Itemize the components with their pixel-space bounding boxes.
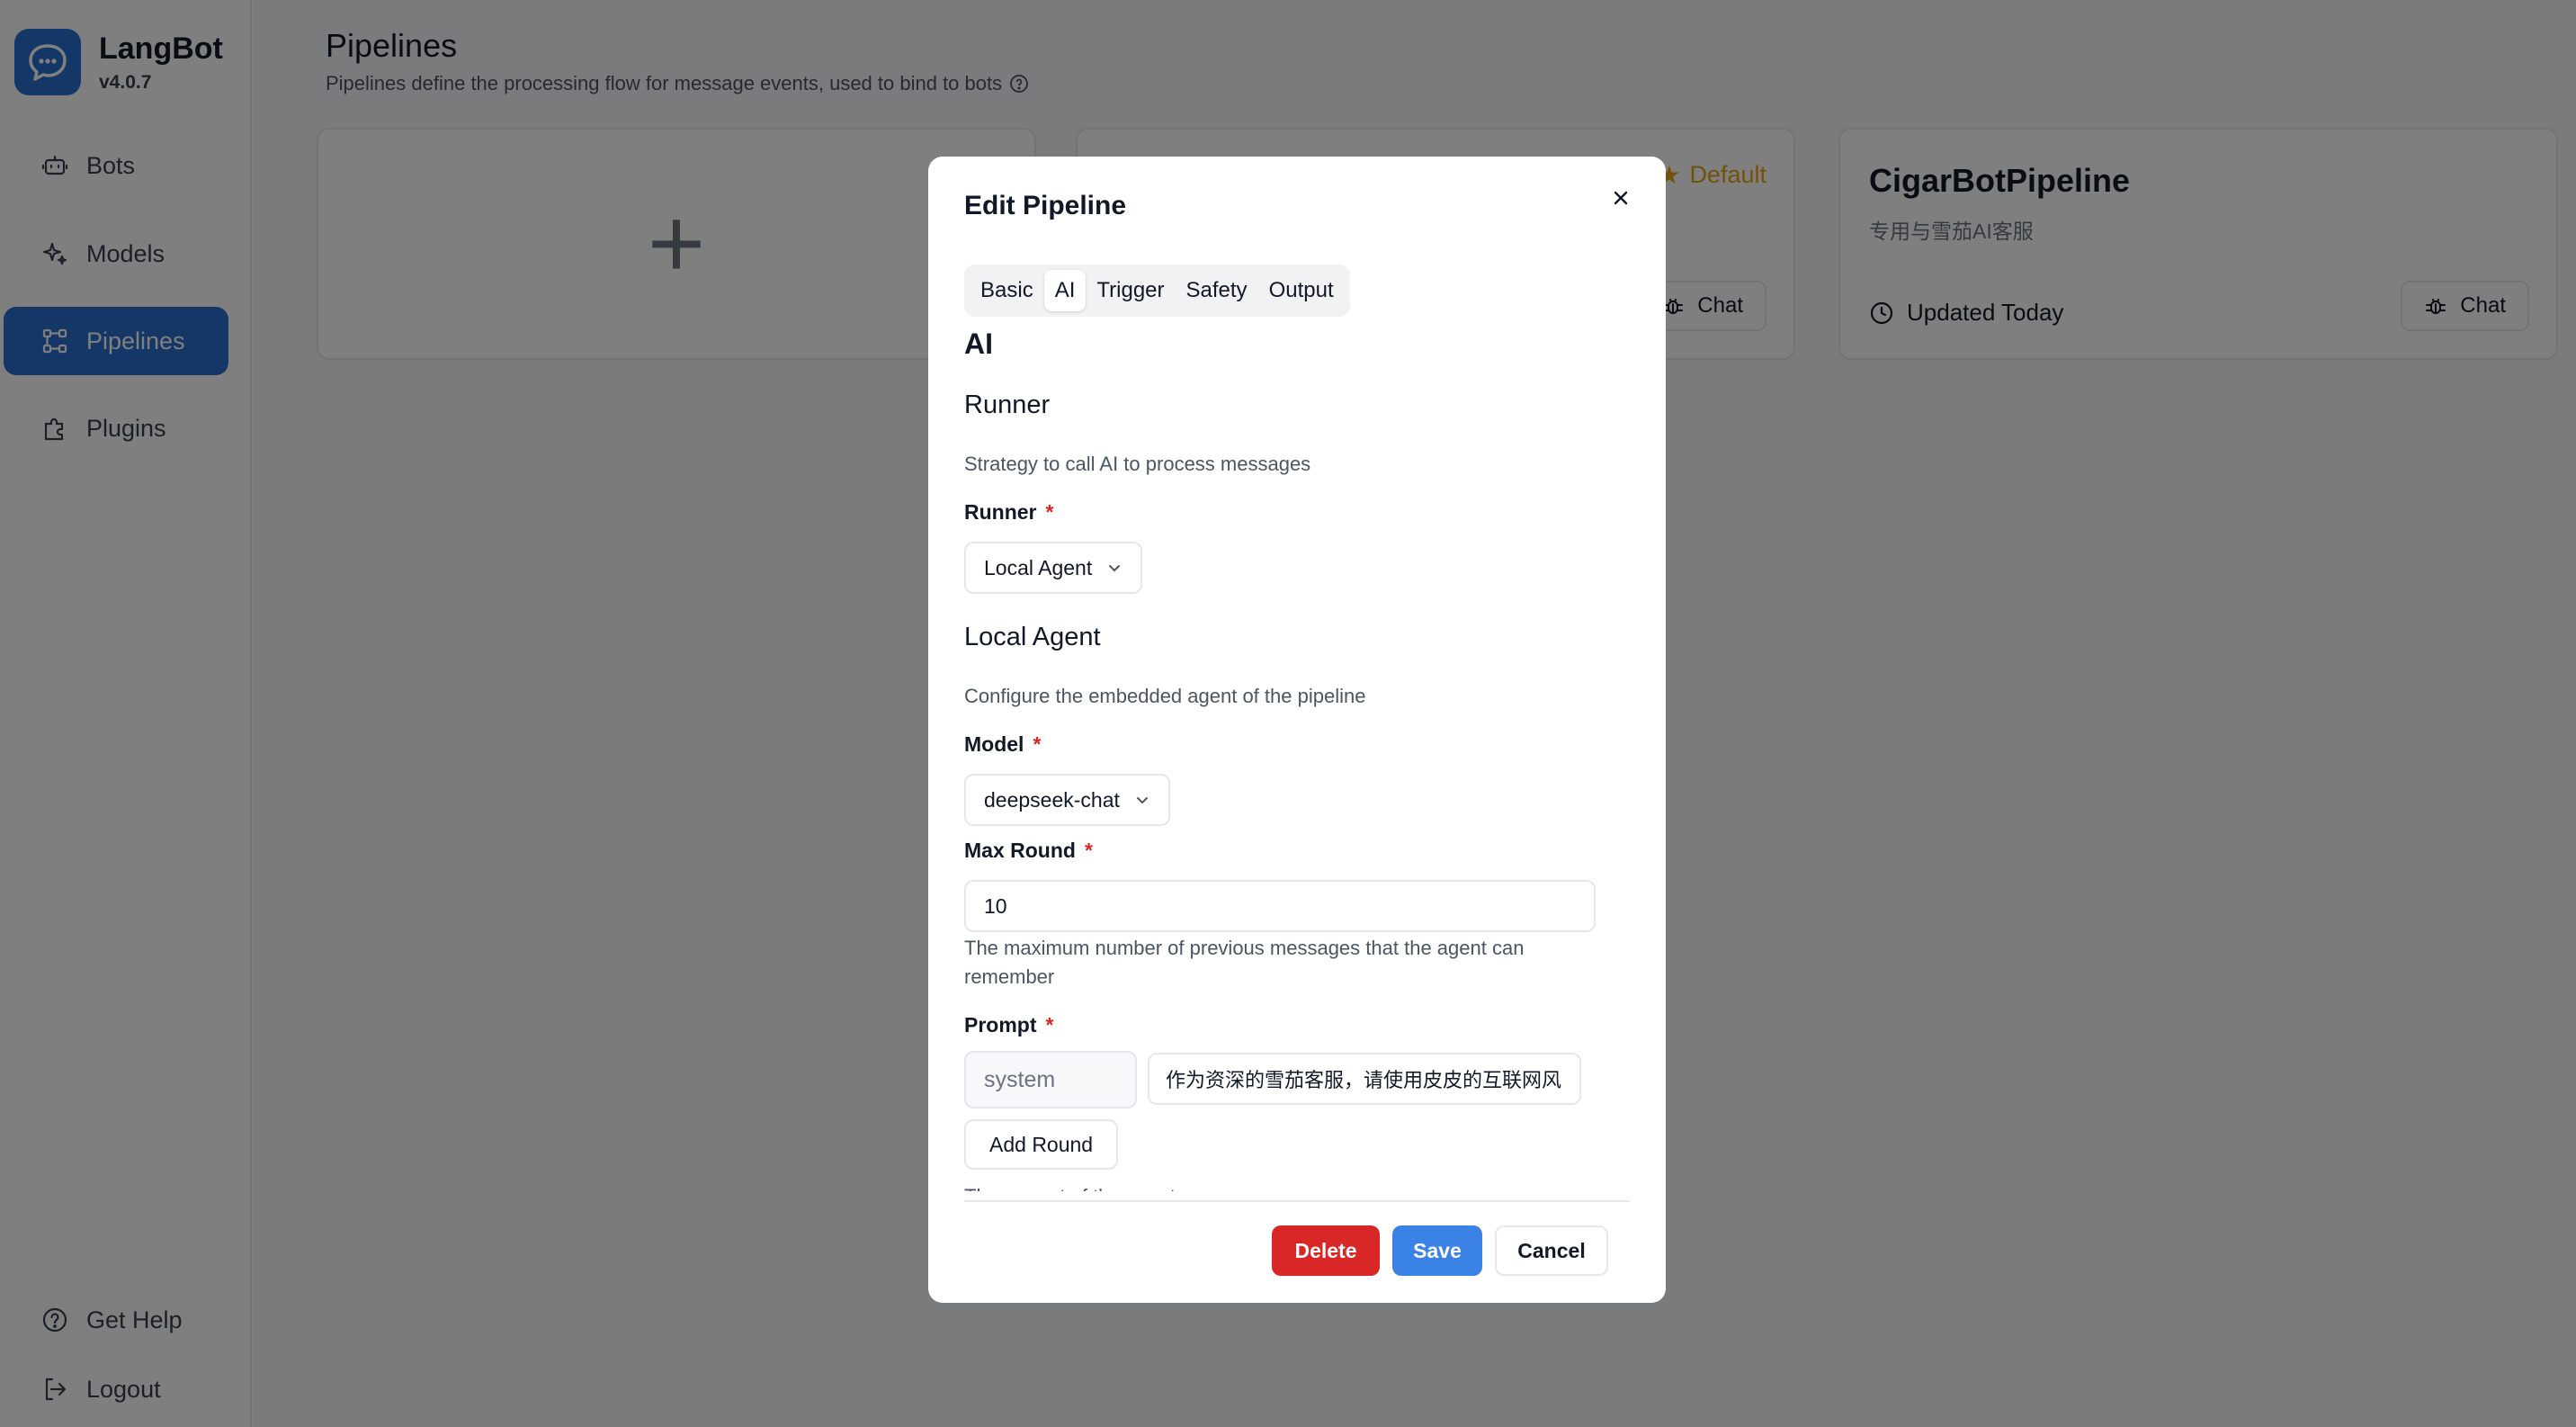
- required-marker: *: [1045, 1013, 1054, 1037]
- max-round-label: Max Round *: [964, 839, 1093, 863]
- runner-select-value: Local Agent: [984, 555, 1093, 579]
- runner-label: Runner *: [964, 500, 1053, 525]
- close-icon[interactable]: [1603, 180, 1639, 216]
- prompt-label: Prompt *: [964, 1013, 1053, 1037]
- footer-divider: [964, 1200, 1630, 1202]
- model-select[interactable]: deepseek-chat: [964, 774, 1170, 826]
- prompt-content-input[interactable]: 作为资深的雪茄客服，请使用皮皮的互联网风: [1148, 1053, 1581, 1105]
- prompt-role-select[interactable]: system: [964, 1051, 1137, 1108]
- tab-safety[interactable]: Safety: [1176, 270, 1258, 311]
- runner-heading: Runner: [964, 390, 1051, 419]
- max-round-label-text: Max Round: [964, 839, 1076, 862]
- runner-select[interactable]: Local Agent: [964, 542, 1143, 594]
- edit-pipeline-dialog: Edit Pipeline Basic AI Trigger Safety Ou…: [928, 157, 1666, 1303]
- tab-trigger[interactable]: Trigger: [1086, 270, 1175, 311]
- add-round-button[interactable]: Add Round: [964, 1119, 1119, 1170]
- dialog-body[interactable]: AI Runner Strategy to call AI to process…: [964, 328, 1648, 1191]
- save-button[interactable]: Save: [1392, 1225, 1482, 1276]
- prompt-label-text: Prompt: [964, 1013, 1037, 1037]
- tab-ai[interactable]: AI: [1043, 270, 1087, 311]
- runner-label-text: Runner: [964, 500, 1037, 524]
- chevron-down-icon: [1106, 560, 1123, 576]
- delete-button[interactable]: Delete: [1272, 1225, 1380, 1276]
- model-select-value: deepseek-chat: [984, 787, 1120, 812]
- max-round-help: The maximum number of previous messages …: [964, 937, 1525, 988]
- dialog-title: Edit Pipeline: [964, 191, 1127, 220]
- required-marker: *: [1045, 500, 1054, 524]
- local-agent-heading: Local Agent: [964, 623, 1101, 651]
- required-marker: *: [1033, 732, 1042, 756]
- chevron-down-icon: [1134, 792, 1150, 808]
- section-title: AI: [964, 328, 993, 360]
- runner-description: Strategy to call AI to process messages: [964, 453, 1311, 475]
- tab-basic[interactable]: Basic: [970, 270, 1044, 311]
- required-marker: *: [1084, 839, 1093, 862]
- dialog-footer: Delete Save Cancel: [1259, 1225, 1608, 1276]
- prompt-help: The prompt of the agent: [964, 1182, 1176, 1191]
- model-label: Model *: [964, 732, 1041, 757]
- tab-output[interactable]: Output: [1258, 270, 1345, 311]
- model-label-text: Model: [964, 732, 1024, 756]
- max-round-input[interactable]: 10: [964, 880, 1596, 932]
- local-agent-description: Configure the embedded agent of the pipe…: [964, 685, 1366, 707]
- tab-list: Basic AI Trigger Safety Output: [964, 265, 1350, 317]
- cancel-button[interactable]: Cancel: [1495, 1225, 1608, 1276]
